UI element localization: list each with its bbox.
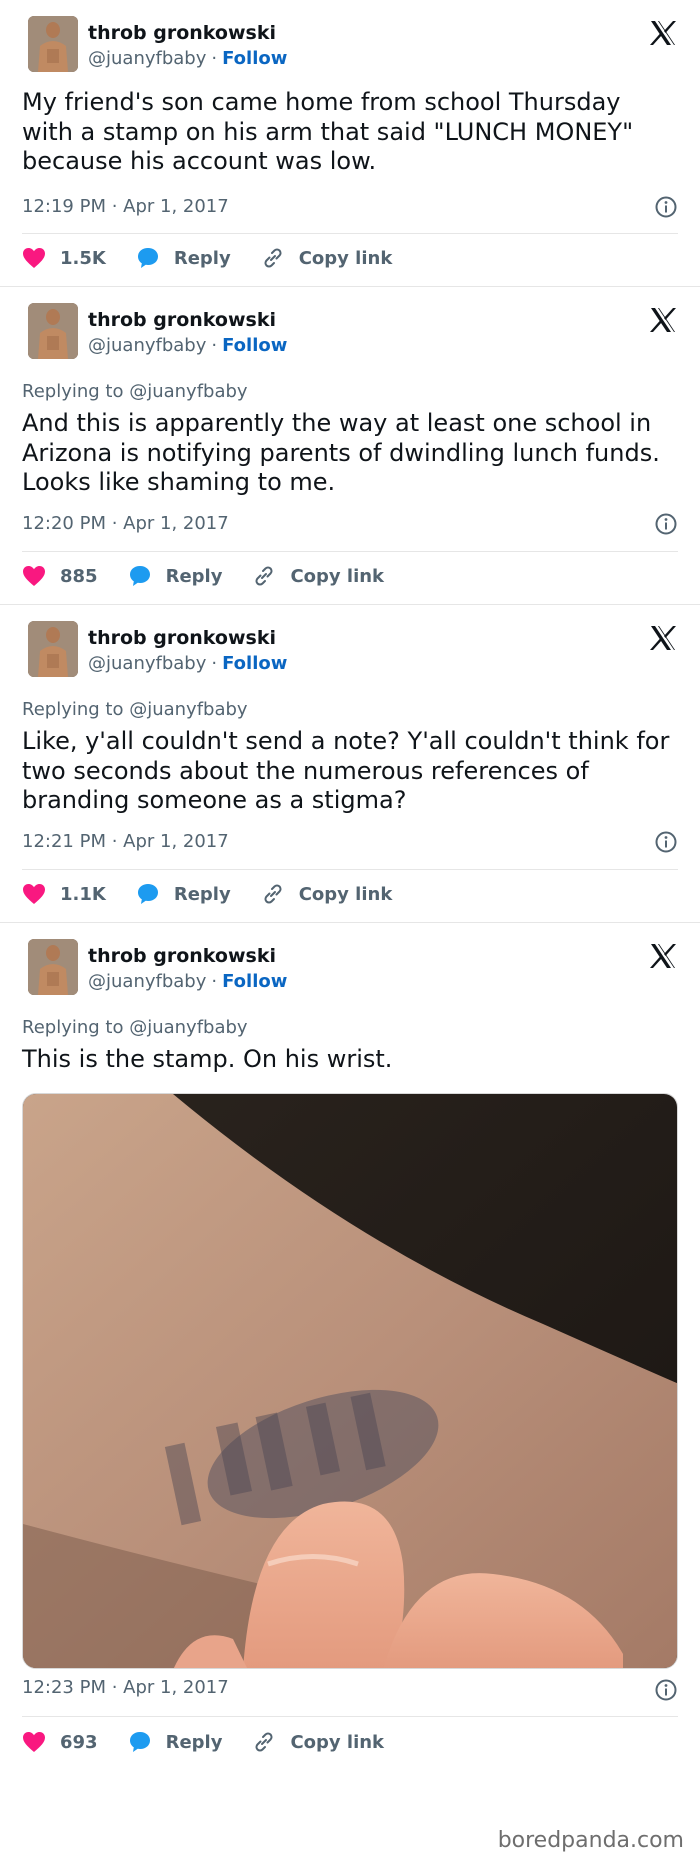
copy-link-label: Copy link xyxy=(290,565,385,587)
speech-bubble-icon xyxy=(137,884,158,904)
reply-label: Reply xyxy=(165,565,223,587)
tweet-actions: 885 Reply Copy link xyxy=(22,561,414,591)
tweet-divider xyxy=(22,551,678,552)
author-name[interactable]: throb gronkowski xyxy=(88,309,276,331)
like-count: 1.5K xyxy=(60,247,106,269)
separator-dot: · xyxy=(211,48,218,69)
follow-button[interactable]: Follow xyxy=(222,971,287,992)
chain-link-icon xyxy=(264,884,282,904)
author-handle[interactable]: @juanyfbaby xyxy=(88,335,206,356)
info-icon[interactable] xyxy=(654,1678,678,1702)
copy-link-button[interactable]: Copy link xyxy=(261,882,393,906)
copy-link-label: Copy link xyxy=(290,1731,385,1753)
chain-link-icon xyxy=(255,1732,273,1752)
info-icon[interactable] xyxy=(654,512,678,536)
tweet-divider xyxy=(22,869,678,870)
follow-button[interactable]: Follow xyxy=(222,48,287,69)
like-count: 693 xyxy=(60,1731,98,1753)
copy-link-button[interactable]: Copy link xyxy=(252,564,384,588)
tweet-timestamp[interactable]: 12:19 PM · Apr 1, 2017 xyxy=(22,196,229,217)
heart-icon xyxy=(23,1732,45,1752)
like-button[interactable]: 1.1K xyxy=(22,883,106,905)
author-meta: @juanyfbaby · Follow xyxy=(88,48,287,69)
author-handle[interactable]: @juanyfbaby xyxy=(88,971,206,992)
like-button[interactable]: 693 xyxy=(22,1731,98,1753)
like-button[interactable]: 1.5K xyxy=(22,247,106,269)
speech-bubble-icon xyxy=(137,248,158,268)
tweet-text: This is the stamp. On his wrist. xyxy=(22,1045,393,1073)
x-logo-icon[interactable] xyxy=(648,305,678,335)
separator-dot: · xyxy=(211,653,218,674)
author-meta: @juanyfbaby · Follow xyxy=(88,335,287,356)
like-count: 885 xyxy=(60,565,98,587)
tweet-3: throb gronkowski @juanyfbaby · Follow Repl… xyxy=(0,605,700,923)
separator-dot: · xyxy=(211,971,218,992)
author-name[interactable]: throb gronkowski xyxy=(88,945,276,967)
tweet-1: throb gronkowski @juanyfbaby · Follow My f… xyxy=(0,0,700,287)
reply-button[interactable]: Reply xyxy=(128,564,223,588)
tweet-timestamp[interactable]: 12:23 PM · Apr 1, 2017 xyxy=(22,1677,229,1698)
separator-dot: · xyxy=(211,335,218,356)
author-avatar[interactable] xyxy=(28,16,78,72)
follow-button[interactable]: Follow xyxy=(222,653,287,674)
info-icon[interactable] xyxy=(654,195,678,219)
x-logo-icon[interactable] xyxy=(648,941,678,971)
x-logo-icon[interactable] xyxy=(648,18,678,48)
chain-link-icon xyxy=(255,566,273,586)
author-handle[interactable]: @juanyfbaby xyxy=(88,48,206,69)
tweet-photo-wrist[interactable] xyxy=(22,1093,678,1669)
author-avatar[interactable] xyxy=(28,939,78,995)
replying-to[interactable]: Replying to @juanyfbaby xyxy=(22,699,248,720)
author-meta: @juanyfbaby · Follow xyxy=(88,971,287,992)
reply-button[interactable]: Reply xyxy=(136,246,231,270)
author-avatar[interactable] xyxy=(28,303,78,359)
reply-button[interactable]: Reply xyxy=(128,1730,223,1754)
heart-icon xyxy=(23,248,45,268)
heart-icon xyxy=(23,884,45,904)
watermark: boredpanda.com xyxy=(497,1828,684,1853)
tweet-timestamp[interactable]: 12:21 PM · Apr 1, 2017 xyxy=(22,831,229,852)
copy-link-label: Copy link xyxy=(298,247,393,269)
reply-label: Reply xyxy=(173,247,231,269)
speech-bubble-icon xyxy=(129,1732,150,1752)
tweet-4: throb gronkowski @juanyfbaby · Follow Repl… xyxy=(0,923,700,1853)
reply-label: Reply xyxy=(165,1731,223,1753)
tweet-divider xyxy=(22,233,678,234)
tweet-2: throb gronkowski @juanyfbaby · Follow Repl… xyxy=(0,287,700,605)
copy-link-label: Copy link xyxy=(298,883,393,905)
replying-to[interactable]: Replying to @juanyfbaby xyxy=(22,381,248,402)
info-icon[interactable] xyxy=(654,830,678,854)
tweet-divider xyxy=(22,1716,678,1717)
x-logo-icon[interactable] xyxy=(648,623,678,653)
heart-icon xyxy=(23,566,45,586)
author-handle[interactable]: @juanyfbaby xyxy=(88,653,206,674)
author-name[interactable]: throb gronkowski xyxy=(88,627,276,649)
tweet-text: My friend's son came home from school Th… xyxy=(22,88,634,175)
speech-bubble-icon xyxy=(129,566,150,586)
copy-link-button[interactable]: Copy link xyxy=(261,246,393,270)
tweet-text: Like, y'all couldn't send a note? Y'all … xyxy=(22,727,670,814)
like-count: 1.1K xyxy=(60,883,106,905)
chain-link-icon xyxy=(264,248,282,268)
tweet-actions: 1.1K Reply Copy link xyxy=(22,879,422,909)
copy-link-button[interactable]: Copy link xyxy=(252,1730,384,1754)
author-meta: @juanyfbaby · Follow xyxy=(88,653,287,674)
author-avatar[interactable] xyxy=(28,621,78,677)
reply-label: Reply xyxy=(173,883,231,905)
tweet-text: And this is apparently the way at least … xyxy=(22,409,660,496)
like-button[interactable]: 885 xyxy=(22,565,98,587)
tweet-timestamp[interactable]: 12:20 PM · Apr 1, 2017 xyxy=(22,513,229,534)
tweet-actions: 693 Reply Copy link xyxy=(22,1727,414,1757)
follow-button[interactable]: Follow xyxy=(222,335,287,356)
author-name[interactable]: throb gronkowski xyxy=(88,22,276,44)
replying-to[interactable]: Replying to @juanyfbaby xyxy=(22,1017,248,1038)
reply-button[interactable]: Reply xyxy=(136,882,231,906)
tweet-actions: 1.5K Reply Copy link xyxy=(22,243,422,273)
